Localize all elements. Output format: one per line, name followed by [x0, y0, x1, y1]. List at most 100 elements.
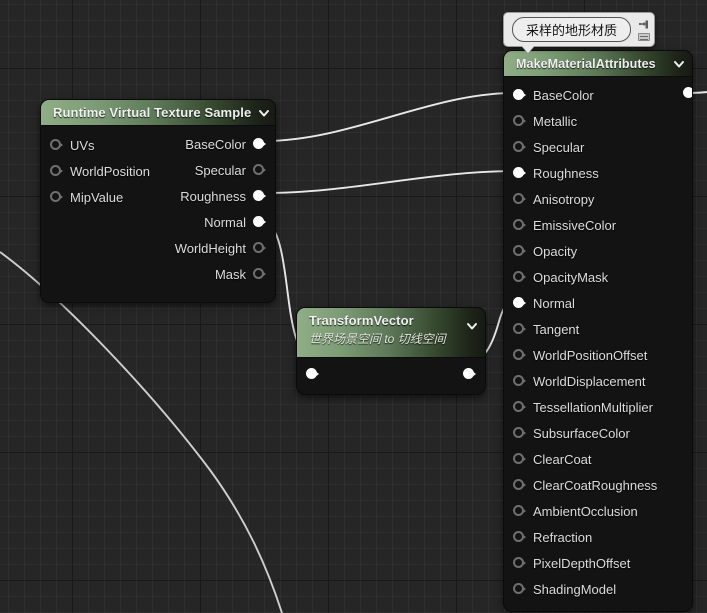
pin-label: Refraction	[533, 529, 593, 545]
input-pin-icon[interactable]	[513, 192, 526, 206]
input-pin-icon[interactable]	[513, 322, 526, 336]
pin-row-normal-out[interactable]: Normal	[41, 209, 275, 235]
pin-icon[interactable]	[637, 18, 650, 31]
pin-label: Opacity	[533, 243, 578, 259]
pin-row-roughness[interactable]: Roughness	[504, 160, 692, 186]
pin-row-roughness-out[interactable]: Roughness	[41, 183, 275, 209]
pin-label: TessellationMultiplier	[533, 399, 653, 415]
input-pin-icon[interactable]	[513, 140, 526, 154]
pin-row-metallic[interactable]: Metallic	[504, 108, 692, 134]
keyboard-icon	[637, 33, 650, 41]
input-pin-icon[interactable]	[513, 504, 526, 518]
pin-label: OpacityMask	[533, 269, 609, 285]
node-runtime-virtual-texture-sample[interactable]: Runtime Virtual Texture Sample UVs World…	[41, 100, 275, 302]
comment-bubble-text: 采样的地形材质	[512, 17, 632, 42]
input-pin-icon[interactable]	[513, 166, 526, 180]
input-pin-icon[interactable]	[513, 556, 526, 570]
input-pin-icon[interactable]	[513, 582, 526, 596]
pin-label: PixelDepthOffset	[533, 555, 631, 571]
output-pin-icon[interactable]	[253, 137, 266, 151]
output-pin-icon[interactable]	[253, 267, 266, 281]
pin-row-opacity[interactable]: Opacity	[504, 238, 692, 264]
node-title: MakeMaterialAttributes	[516, 56, 656, 71]
pin-row-tessellationmultiplier[interactable]: TessellationMultiplier	[504, 394, 692, 420]
comment-bubble[interactable]: 采样的地形材质	[503, 12, 656, 53]
pin-label: Mask	[214, 266, 246, 282]
pin-row-anisotropy[interactable]: Anisotropy	[504, 186, 692, 212]
chevron-down-icon[interactable]	[672, 57, 686, 71]
output-pin-stack: BaseColor Specular Roughness Normal Worl…	[41, 131, 275, 287]
node-header[interactable]: TransformVector 世界场景空间 to 切线空间	[297, 308, 485, 358]
pin-label: EmissiveColor	[533, 217, 617, 233]
input-pin-icon[interactable]	[513, 400, 526, 414]
pin-row-normal[interactable]: Normal	[504, 290, 692, 316]
pin-label: WorldDisplacement	[533, 373, 646, 389]
chevron-down-icon[interactable]	[257, 106, 271, 120]
pin-row-pixeldepthoffset[interactable]: PixelDepthOffset	[504, 550, 692, 576]
output-pin-icon[interactable]	[463, 367, 476, 381]
input-pin-icon[interactable]	[513, 348, 526, 362]
output-pin-icon[interactable]	[253, 241, 266, 255]
pin-row-ambientocclusion[interactable]: AmbientOcclusion	[504, 498, 692, 524]
chevron-down-icon[interactable]	[465, 319, 479, 333]
pin-label: Roughness	[180, 188, 246, 204]
node-header[interactable]: MakeMaterialAttributes	[504, 51, 692, 77]
input-pin-icon[interactable]	[513, 530, 526, 544]
input-pin-icon[interactable]	[513, 296, 526, 310]
node-title: TransformVector	[309, 313, 414, 328]
attribute-pin-list: BaseColor Metallic Specular Roughness Anisot…	[504, 82, 692, 602]
pin-label: Normal	[533, 295, 575, 311]
input-pin-icon[interactable]	[513, 244, 526, 258]
pin-label: Roughness	[533, 165, 599, 181]
input-pin-icon[interactable]	[513, 114, 526, 128]
pin-row-tangent[interactable]: Tangent	[504, 316, 692, 342]
wire-background-long	[0, 251, 283, 613]
input-pin-icon[interactable]	[306, 367, 319, 381]
pin-row-specular[interactable]: Specular	[504, 134, 692, 160]
input-pin-icon[interactable]	[513, 426, 526, 440]
input-pin-icon[interactable]	[513, 88, 526, 102]
material-graph-canvas[interactable]: 采样的地形材质 Runtime Virtual Texture Sample U…	[0, 0, 707, 613]
input-pin-icon[interactable]	[513, 452, 526, 466]
pin-row-emissivecolor[interactable]: EmissiveColor	[504, 212, 692, 238]
pin-row-transform-io[interactable]	[297, 361, 485, 387]
node-make-material-attributes[interactable]: MakeMaterialAttributes BaseColor Metallic…	[504, 51, 692, 611]
pin-label: Specular	[533, 139, 585, 155]
pin-label: Anisotropy	[533, 191, 595, 207]
pin-label: Normal	[204, 214, 246, 230]
pin-row-basecolor-out[interactable]: BaseColor	[41, 131, 275, 157]
pin-row-mask-out[interactable]: Mask	[41, 261, 275, 287]
pin-row-worldpositionoffset[interactable]: WorldPositionOffset	[504, 342, 692, 368]
pin-row-basecolor[interactable]: BaseColor	[504, 82, 692, 108]
node-transform-vector[interactable]: TransformVector 世界场景空间 to 切线空间	[297, 308, 485, 394]
output-pin-icon[interactable]	[253, 189, 266, 203]
node-body: BaseColor Metallic Specular Roughness Anisot…	[504, 77, 692, 611]
pin-row-refraction[interactable]: Refraction	[504, 524, 692, 550]
pin-label: BaseColor	[185, 136, 246, 152]
input-pin-icon[interactable]	[513, 218, 526, 232]
pin-label: ClearCoat	[533, 451, 592, 467]
pin-row-clearcoat[interactable]: ClearCoat	[504, 446, 692, 472]
wire-roughness	[263, 170, 515, 194]
input-pin-icon[interactable]	[513, 270, 526, 284]
pin-label: BaseColor	[533, 87, 594, 103]
output-pin-icon[interactable]	[253, 163, 266, 177]
pin-row-worlddisplacement[interactable]: WorldDisplacement	[504, 368, 692, 394]
node-header[interactable]: Runtime Virtual Texture Sample	[41, 100, 275, 126]
pin-label: WorldHeight	[174, 240, 246, 256]
wire-basecolor	[263, 92, 515, 142]
input-pin-icon[interactable]	[513, 478, 526, 492]
pin-label: Metallic	[533, 113, 578, 129]
pin-row-clearcoatroughness[interactable]: ClearCoatRoughness	[504, 472, 692, 498]
pin-row-specular-out[interactable]: Specular	[41, 157, 275, 183]
input-pin-icon[interactable]	[513, 374, 526, 388]
node-title: Runtime Virtual Texture Sample	[53, 105, 252, 120]
pin-row-subsurfacecolor[interactable]: SubsurfaceColor	[504, 420, 692, 446]
pin-label: Tangent	[533, 321, 580, 337]
output-pin-icon[interactable]	[253, 215, 266, 229]
pin-row-worldheight-out[interactable]: WorldHeight	[41, 235, 275, 261]
node-title-stack: TransformVector 世界场景空间 to 切线空间	[309, 313, 459, 347]
pin-row-shadingmodel[interactable]: ShadingModel	[504, 576, 692, 602]
pin-row-opacitymask[interactable]: OpacityMask	[504, 264, 692, 290]
pin-label: AmbientOcclusion	[533, 503, 638, 519]
